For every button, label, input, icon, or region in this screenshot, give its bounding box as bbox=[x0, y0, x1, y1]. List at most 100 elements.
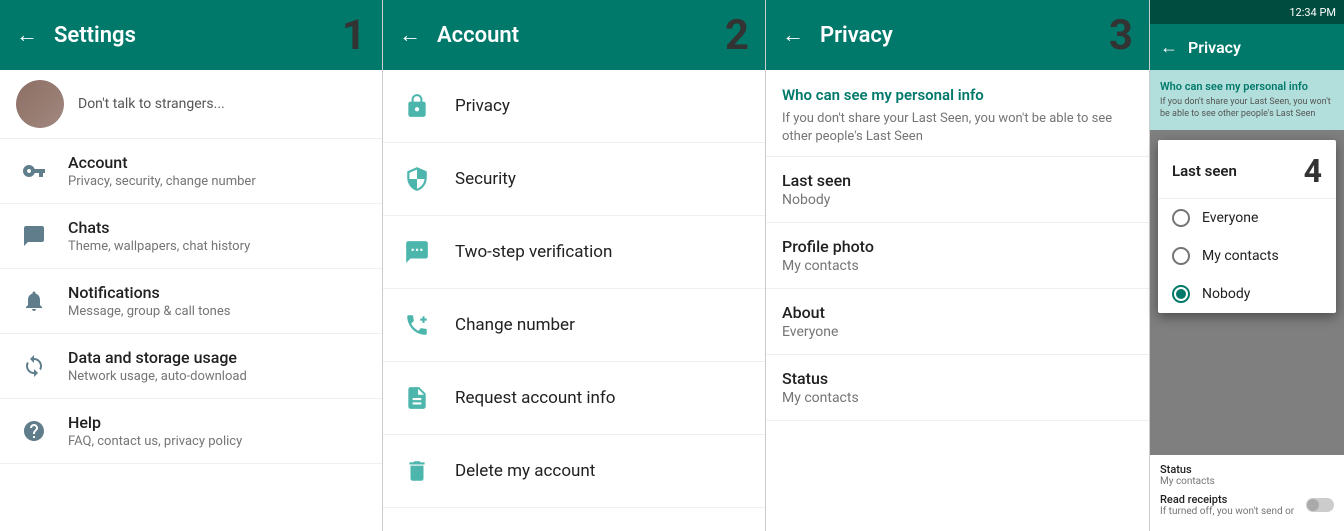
settings-header: ← Settings 1 bbox=[0, 0, 382, 70]
key-icon bbox=[16, 153, 52, 189]
settings-title: Settings bbox=[54, 23, 334, 48]
menu-item-change-number[interactable]: Change number bbox=[383, 289, 765, 362]
shield-icon bbox=[399, 161, 435, 197]
sidebar-item-chats[interactable]: Chats Theme, wallpapers, chat history bbox=[0, 204, 382, 269]
menu-item-two-step[interactable]: Two-step verification bbox=[383, 216, 765, 289]
refresh-icon bbox=[16, 348, 52, 384]
menu-item-security[interactable]: Security bbox=[383, 143, 765, 216]
privacy-item-about[interactable]: About Everyone bbox=[766, 289, 1149, 355]
sidebar-item-notifications[interactable]: Notifications Message, group & call tone… bbox=[0, 269, 382, 334]
dialog-option-nobody[interactable]: Nobody bbox=[1158, 275, 1336, 313]
profile-row[interactable]: Don't talk to strangers... bbox=[0, 70, 382, 139]
privacy-number: 3 bbox=[1109, 11, 1133, 60]
notifications-subtitle: Message, group & call tones bbox=[68, 304, 230, 319]
menu-item-privacy[interactable]: Privacy bbox=[383, 70, 765, 143]
account-header: ← Account 2 bbox=[383, 0, 765, 70]
radio-everyone bbox=[1172, 209, 1190, 227]
request-info-menu-label: Request account info bbox=[455, 388, 616, 408]
toggle-knob bbox=[1307, 499, 1319, 511]
mini-back-button[interactable]: ← bbox=[1160, 37, 1178, 58]
mini-header-title: Privacy bbox=[1188, 38, 1241, 57]
dialog-option-my-contacts[interactable]: My contacts bbox=[1158, 237, 1336, 275]
mini-info-text: If you don't share your Last Seen, you w… bbox=[1160, 97, 1334, 120]
last-seen-label: Last seen bbox=[782, 171, 1133, 190]
privacy-title: Privacy bbox=[820, 23, 1101, 48]
dialog-number: 4 bbox=[1304, 152, 1322, 190]
panel4-status-title: Status bbox=[1160, 463, 1334, 476]
data-subtitle: Network usage, auto-download bbox=[68, 369, 247, 384]
dialog-title: Last seen bbox=[1172, 162, 1237, 180]
help-label: Help bbox=[68, 413, 242, 432]
phone-change-icon bbox=[399, 307, 435, 343]
read-receipts-title: Read receipts bbox=[1160, 493, 1294, 506]
panel4-status-value: My contacts bbox=[1160, 476, 1334, 487]
two-step-menu-label: Two-step verification bbox=[455, 242, 612, 262]
nobody-label: Nobody bbox=[1202, 286, 1250, 302]
settings-list: Account Privacy, security, change number… bbox=[0, 139, 382, 531]
menu-item-request-info[interactable]: Request account info bbox=[383, 362, 765, 435]
sidebar-item-data[interactable]: Data and storage usage Network usage, au… bbox=[0, 334, 382, 399]
settings-panel: ← Settings 1 Don't talk to strangers... … bbox=[0, 0, 383, 531]
change-number-menu-label: Change number bbox=[455, 315, 575, 335]
dialog-header: Last seen 4 bbox=[1158, 140, 1336, 199]
dialog-panel: 12:34 PM ← Privacy Who can see my person… bbox=[1150, 0, 1344, 531]
read-receipts-text: If turned off, you won't send or bbox=[1160, 506, 1294, 517]
privacy-header: ← Privacy 3 bbox=[766, 0, 1149, 70]
privacy-list: Last seen Nobody Profile photo My contac… bbox=[766, 157, 1149, 531]
privacy-back-button[interactable]: ← bbox=[782, 22, 804, 48]
about-value: Everyone bbox=[782, 324, 1133, 340]
sidebar-item-help[interactable]: Help FAQ, contact us, privacy policy bbox=[0, 399, 382, 464]
profile-subtitle: Don't talk to strangers... bbox=[78, 96, 225, 112]
privacy-item-status[interactable]: Status My contacts bbox=[766, 355, 1149, 421]
privacy-item-profile-photo[interactable]: Profile photo My contacts bbox=[766, 223, 1149, 289]
profile-photo-value: My contacts bbox=[782, 258, 1133, 274]
radio-my-contacts bbox=[1172, 247, 1190, 265]
profile-photo-label: Profile photo bbox=[782, 237, 1133, 256]
mini-privacy-info: Who can see my personal info If you don'… bbox=[1150, 70, 1344, 130]
lock-icon bbox=[399, 88, 435, 124]
notifications-label: Notifications bbox=[68, 283, 230, 302]
account-back-button[interactable]: ← bbox=[399, 22, 421, 48]
mini-info-title: Who can see my personal info bbox=[1160, 80, 1334, 93]
settings-number: 1 bbox=[342, 11, 366, 60]
status-label: Status bbox=[782, 369, 1133, 388]
privacy-item-last-seen[interactable]: Last seen Nobody bbox=[766, 157, 1149, 223]
about-label: About bbox=[782, 303, 1133, 322]
doc-icon bbox=[399, 380, 435, 416]
menu-item-delete[interactable]: Delete my account bbox=[383, 435, 765, 508]
everyone-label: Everyone bbox=[1202, 210, 1258, 226]
panel4-read-receipts-item: Read receipts If turned off, you won't s… bbox=[1160, 493, 1334, 517]
panel4-bottom-section: Status My contacts Read receipts If turn… bbox=[1150, 455, 1344, 531]
read-receipts-toggle[interactable] bbox=[1306, 498, 1334, 512]
privacy-info-title: Who can see my personal info bbox=[782, 86, 1133, 104]
help-subtitle: FAQ, contact us, privacy policy bbox=[68, 434, 242, 449]
panel4-status-item: Status My contacts bbox=[1160, 463, 1334, 487]
bell-icon bbox=[16, 283, 52, 319]
chats-label: Chats bbox=[68, 218, 250, 237]
chats-subtitle: Theme, wallpapers, chat history bbox=[68, 239, 250, 254]
chat-icon bbox=[16, 218, 52, 254]
help-icon bbox=[16, 413, 52, 449]
privacy-info-section: Who can see my personal info If you don'… bbox=[766, 70, 1149, 157]
status-bar-time: 12:34 PM bbox=[1289, 6, 1336, 19]
status-value: My contacts bbox=[782, 390, 1133, 406]
account-number: 2 bbox=[725, 11, 749, 60]
last-seen-value: Nobody bbox=[782, 192, 1133, 208]
account-panel: ← Account 2 Privacy Security Two-step ve… bbox=[383, 0, 766, 531]
avatar bbox=[16, 80, 64, 128]
sidebar-item-account[interactable]: Account Privacy, security, change number bbox=[0, 139, 382, 204]
account-menu-list: Privacy Security Two-step verification C… bbox=[383, 70, 765, 531]
dialog-overlay: Last seen 4 Everyone My contacts Nobody bbox=[1150, 130, 1344, 455]
account-label: Account bbox=[68, 153, 256, 172]
privacy-menu-label: Privacy bbox=[455, 96, 510, 116]
my-contacts-label: My contacts bbox=[1202, 248, 1279, 264]
delete-menu-label: Delete my account bbox=[455, 461, 595, 481]
dialog-option-everyone[interactable]: Everyone bbox=[1158, 199, 1336, 237]
privacy-info-text: If you don't share your Last Seen, you w… bbox=[782, 110, 1133, 146]
settings-back-button[interactable]: ← bbox=[16, 22, 38, 48]
radio-nobody bbox=[1172, 285, 1190, 303]
dots-icon bbox=[399, 234, 435, 270]
security-menu-label: Security bbox=[455, 169, 516, 189]
account-title: Account bbox=[437, 23, 717, 48]
data-label: Data and storage usage bbox=[68, 348, 247, 367]
